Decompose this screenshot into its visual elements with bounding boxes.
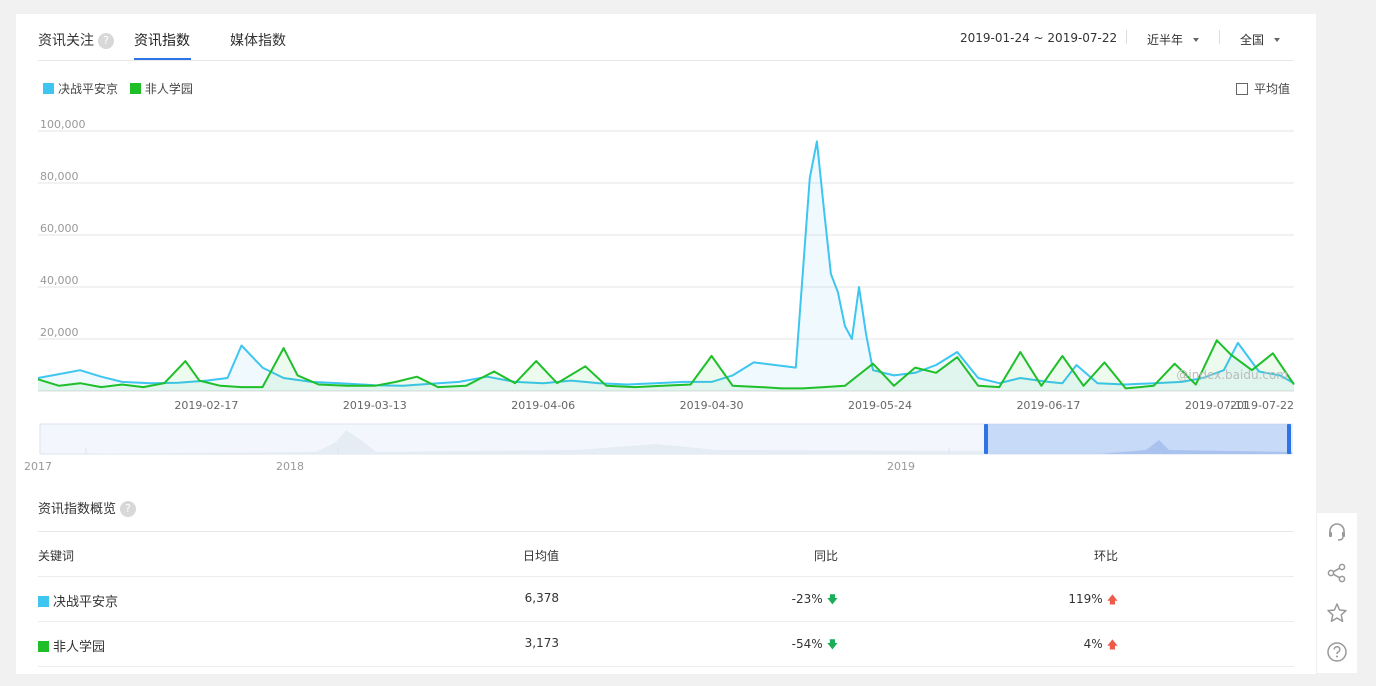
help-icon[interactable]: ? [120, 501, 137, 517]
keyword-text: 非人学园 [53, 640, 106, 655]
y-tick-label: 60,000 [40, 222, 79, 235]
col-daily-avg: 日均值 [522, 549, 559, 563]
y-tick-label: 20,000 [40, 326, 79, 339]
table-header-row: 关键词 日均值 同比 环比 [38, 532, 1294, 577]
x-tick-label: 2019-04-06 [511, 399, 575, 412]
row-mom: 4% 🡅 [958, 636, 1118, 655]
row-yoy: -23% 🡇 [678, 591, 838, 610]
overview-title: 资讯指数概览? [38, 498, 137, 517]
x-tick-label: 2019-06-17 [1016, 399, 1080, 412]
x-tick-label: 2019-02-17 [174, 399, 238, 412]
arrow-up-icon: 🡅 [1106, 638, 1118, 651]
line-chart: 100,000 80,000 60,000 40,000 20,000 2019-02-1… [24, 118, 1295, 473]
series-line-1 [37, 140, 1295, 387]
arrow-up-icon: 🡅 [1106, 593, 1118, 606]
col-mom: 环比 [1093, 549, 1118, 563]
row-avg: 3,173 [524, 636, 559, 650]
yoy-value: -54% [791, 637, 823, 651]
overview-table: 关键词 日均值 同比 环比 决战平安京 6,378 -23% 🡇 119% 🡅 非人… [38, 531, 1294, 667]
keyword-text: 决战平安京 [53, 595, 119, 610]
col-yoy: 同比 [813, 549, 838, 563]
y-tick-label: 80,000 [40, 170, 79, 183]
mom-value: 119% [1068, 592, 1103, 606]
share-icon[interactable] [1317, 558, 1357, 588]
series-area-1 [38, 141, 1294, 391]
row-swatch [38, 596, 49, 607]
star-icon[interactable] [1317, 598, 1357, 628]
y-tick-label: 100,000 [40, 118, 86, 131]
navigator-selection [986, 424, 1290, 454]
navigator-handle-left [984, 424, 988, 454]
yoy-value: -23% [791, 592, 823, 606]
navigator-label: 2017 [24, 460, 52, 473]
navigator-handle-right [1287, 424, 1291, 454]
mom-value: 4% [1083, 637, 1103, 651]
x-tick-label: 2019-03-13 [343, 399, 407, 412]
floating-sidebar [1317, 513, 1357, 673]
table-row: 非人学园 3,173 -54% 🡇 4% 🡅 [38, 622, 1294, 667]
x-tick-label: 2019-04-30 [680, 399, 744, 412]
watermark-text: @index.baidu.com [1176, 368, 1288, 382]
arrow-down-icon: 🡇 [826, 593, 838, 606]
col-keyword: 关键词 [38, 549, 75, 563]
table-row: 决战平安京 6,378 -23% 🡇 119% 🡅 [38, 577, 1294, 622]
overview-title-text: 资讯指数概览 [38, 502, 117, 517]
x-tick-label: 2019-05-24 [848, 399, 912, 412]
navigator-label: 2019 [887, 460, 915, 473]
x-tick-label: 2019-07-22 [1230, 399, 1294, 412]
y-tick-label: 40,000 [40, 274, 79, 287]
help-circle-icon[interactable] [1317, 637, 1357, 667]
row-keyword: 非人学园 [38, 636, 105, 655]
index-card: 资讯关注? 资讯指数 媒体指数 2019-01-24 ~ 2019-07-22 … [16, 14, 1316, 674]
row-keyword: 决战平安京 [38, 591, 118, 610]
row-swatch [38, 641, 49, 652]
row-yoy: -54% 🡇 [678, 636, 838, 655]
arrow-down-icon: 🡇 [826, 638, 838, 651]
navigator-label: 2018 [276, 460, 304, 473]
row-avg: 6,378 [524, 591, 559, 605]
headset-icon[interactable] [1317, 517, 1357, 547]
row-mom: 119% 🡅 [958, 591, 1118, 610]
